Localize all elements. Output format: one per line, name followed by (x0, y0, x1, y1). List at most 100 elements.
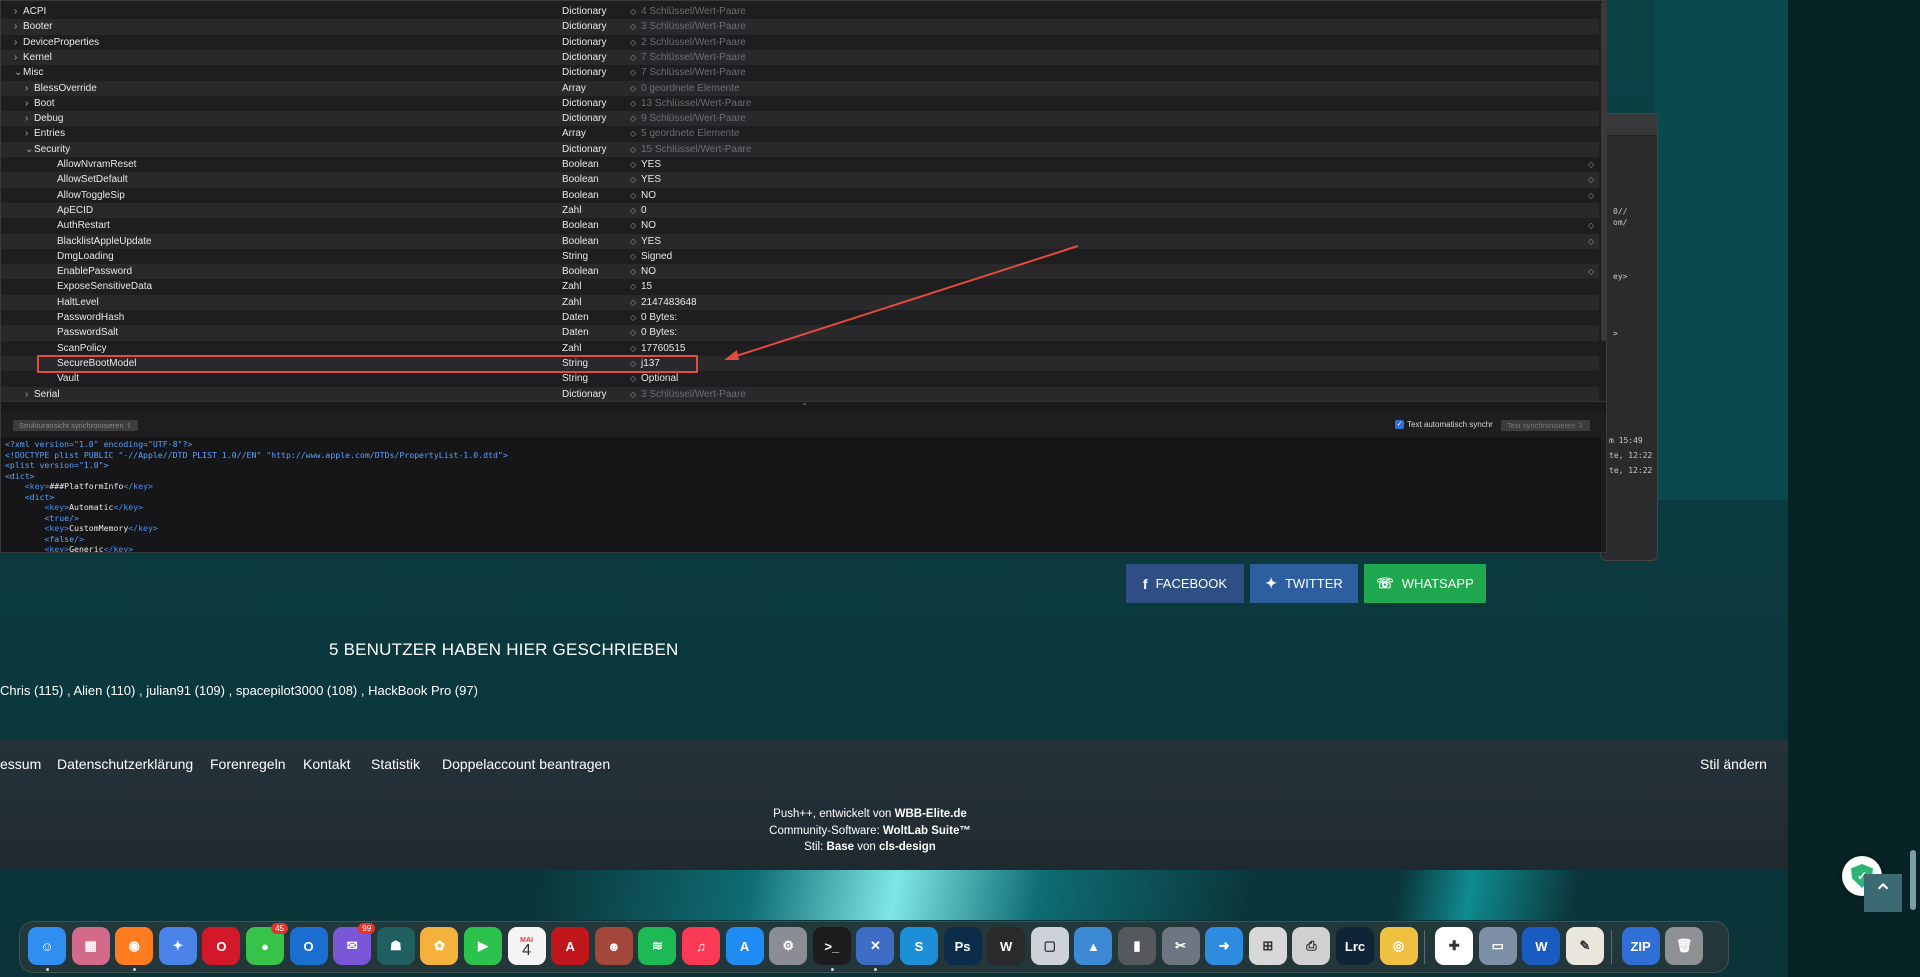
archive-zip-icon[interactable]: ZIP (1621, 927, 1660, 965)
type-stepper-icon[interactable]: ◇ (630, 264, 636, 279)
plist-row[interactable]: AuthRestart Boolean ◇ NO ◇ (1, 218, 1599, 233)
sync-text-button[interactable]: Text synchronisieren ⇩ (1501, 420, 1590, 431)
plist-row[interactable]: ExposeSensitiveData Zahl ◇ 15 (1, 279, 1599, 294)
acrobat-icon[interactable]: A (551, 927, 590, 965)
row-value[interactable]: 17760515 (641, 341, 686, 356)
row-value[interactable]: YES (641, 157, 661, 172)
type-stepper-icon[interactable]: ◇ (630, 19, 636, 34)
row-type[interactable]: Boolean (562, 188, 599, 203)
row-value[interactable]: 0 Bytes: (641, 325, 677, 340)
whatsapp-share-button[interactable]: ☏ WHATSAPP (1364, 564, 1486, 603)
type-stepper-icon[interactable]: ◇ (630, 96, 636, 111)
plist-row[interactable]: PasswordSalt Daten ◇ 0 Bytes: (1, 325, 1599, 341)
plist-row[interactable]: BlacklistAppleUpdate Boolean ◇ YES ◇ (1, 233, 1599, 249)
opera-icon[interactable]: O (202, 927, 241, 965)
type-stepper-icon[interactable]: ◇ (630, 310, 636, 325)
plist-row[interactable]: Vault String ◇ Optional (1, 371, 1599, 386)
launchpad-icon[interactable]: ▦ (71, 927, 110, 965)
row-type[interactable]: Boolean (562, 157, 599, 172)
row-type[interactable]: Dictionary (562, 96, 606, 111)
plist-row[interactable]: ⌄ Security Dictionary ◇ 15 Schlüssel/Wert-Pa… (1, 141, 1599, 157)
structure-scrollbar[interactable] (1601, 1, 1606, 341)
plist-row[interactable]: › Boot Dictionary ◇ 13 Schlüssel/Wert-Paare (1, 96, 1599, 111)
tools-icon[interactable]: ✂ (1161, 927, 1200, 965)
type-stepper-icon[interactable]: ◇ (630, 341, 636, 356)
row-value[interactable]: YES (641, 172, 661, 187)
row-type[interactable]: Zahl (562, 279, 581, 294)
footer-link[interactable]: Datenschutzerklärung (57, 756, 193, 772)
row-type[interactable]: Dictionary (562, 19, 606, 34)
type-stepper-icon[interactable]: ◇ (630, 111, 636, 126)
plist-row[interactable]: EnablePassword Boolean ◇ NO ◇ (1, 264, 1599, 280)
value-popup-icon[interactable]: ◇ (1588, 234, 1594, 249)
row-value[interactable]: Optional (641, 371, 678, 386)
footer-link[interactable]: Doppelaccount beantragen (442, 756, 610, 772)
plist-row[interactable]: › Serial Dictionary ◇ 3 Schlüssel/Wert-Paare (1, 386, 1599, 402)
value-popup-icon[interactable]: ◇ (1588, 264, 1594, 279)
type-stepper-icon[interactable]: ◇ (630, 126, 636, 141)
github-icon[interactable]: ☗ (376, 927, 415, 965)
type-stepper-icon[interactable]: ◇ (630, 218, 636, 233)
spotify-icon[interactable]: ≋ (638, 927, 677, 965)
row-type[interactable]: Dictionary (562, 50, 606, 65)
row-type[interactable]: Zahl (562, 295, 581, 310)
plist-row[interactable]: DmgLoading String ◇ Signed (1, 249, 1599, 264)
disclosure-collapsed-icon[interactable]: › (14, 35, 17, 50)
disclosure-collapsed-icon[interactable]: › (25, 96, 28, 111)
calendar-icon[interactable]: MAI 4 (507, 927, 546, 965)
photos-icon[interactable]: ✿ (420, 927, 459, 965)
split-divider[interactable]: ⌃ (1, 401, 1606, 413)
firefox-icon[interactable]: ◉ (115, 927, 154, 971)
value-popup-icon[interactable]: ◇ (1588, 172, 1594, 187)
facebook-share-button[interactable]: f FACEBOOK (1126, 564, 1244, 603)
disclosure-collapsed-icon[interactable]: › (25, 126, 28, 141)
row-type[interactable]: Daten (562, 310, 589, 325)
row-value[interactable]: NO (641, 264, 656, 279)
wordpress-icon[interactable]: W (987, 927, 1026, 965)
type-stepper-icon[interactable]: ◇ (630, 295, 636, 310)
file-finder-icon[interactable]: ◎ (1379, 927, 1418, 965)
type-stepper-icon[interactable]: ◇ (630, 371, 636, 386)
row-value[interactable]: YES (641, 234, 661, 249)
plist-row[interactable]: AllowToggleSip Boolean ◇ NO ◇ (1, 188, 1599, 203)
writer-link[interactable]: julian91 (109) (146, 683, 225, 698)
value-popup-icon[interactable]: ◇ (1588, 188, 1594, 203)
twitter-share-button[interactable]: ✦ TWITTER (1250, 564, 1358, 603)
plist-row[interactable]: AllowSetDefault Boolean ◇ YES ◇ (1, 172, 1599, 188)
writer-link[interactable]: Alien (110) (73, 683, 135, 698)
mail-icon[interactable]: ✉ 99 (333, 923, 376, 965)
terminal-icon[interactable]: >_ (812, 927, 851, 971)
row-type[interactable]: Array (562, 81, 586, 96)
trash-icon[interactable]: 🗑 (1665, 927, 1704, 965)
background-window[interactable]: 0// om/ey> > m 15:49 te, 12:22 te, 12:22 (1600, 113, 1658, 561)
footer-link[interactable]: Kontakt (303, 756, 350, 772)
row-type[interactable]: Boolean (562, 218, 599, 233)
portrait-app-icon[interactable]: ☻ (594, 927, 633, 965)
footer-link[interactable]: essum (0, 756, 41, 772)
xcode-icon[interactable]: ✕ (856, 927, 895, 971)
opencore-icon[interactable]: ⊞ (1248, 927, 1287, 965)
plist-row[interactable]: AllowNvramReset Boolean ◇ YES ◇ (1, 157, 1599, 172)
plist-row[interactable]: › Kernel Dictionary ◇ 7 Schlüssel/Wert-Paare (1, 49, 1599, 66)
type-stepper-icon[interactable]: ◇ (630, 325, 636, 340)
type-stepper-icon[interactable]: ◇ (630, 65, 636, 80)
writer-link[interactable]: spacepilot3000 (108) (236, 683, 357, 698)
row-type[interactable]: Zahl (562, 203, 581, 218)
outlook-icon[interactable]: O (289, 927, 328, 965)
row-type[interactable]: Array (562, 126, 586, 141)
plist-row[interactable]: ApECID Zahl ◇ 0 (1, 202, 1599, 219)
footer-link[interactable]: Statistik (371, 756, 420, 772)
transmit-icon[interactable]: ➜ (1205, 927, 1244, 965)
row-value[interactable]: Signed (641, 249, 672, 264)
row-value[interactable]: 15 (641, 279, 652, 294)
messages-icon[interactable]: ● 45 (246, 923, 288, 965)
plist-row[interactable]: ScanPolicy Zahl ◇ 17760515 (1, 341, 1599, 356)
disclosure-expanded-icon[interactable]: ⌄ (14, 65, 22, 80)
row-type[interactable]: Dictionary (562, 65, 606, 80)
preview-icon[interactable]: ▢ (1030, 927, 1069, 965)
disclosure-collapsed-icon[interactable]: › (14, 4, 17, 19)
type-stepper-icon[interactable]: ◇ (630, 172, 636, 187)
plist-row[interactable]: › ACPI Dictionary ◇ 4 Schlüssel/Wert-Paare (1, 4, 1599, 19)
row-type[interactable]: Zahl (562, 341, 581, 356)
type-stepper-icon[interactable]: ◇ (630, 249, 636, 264)
